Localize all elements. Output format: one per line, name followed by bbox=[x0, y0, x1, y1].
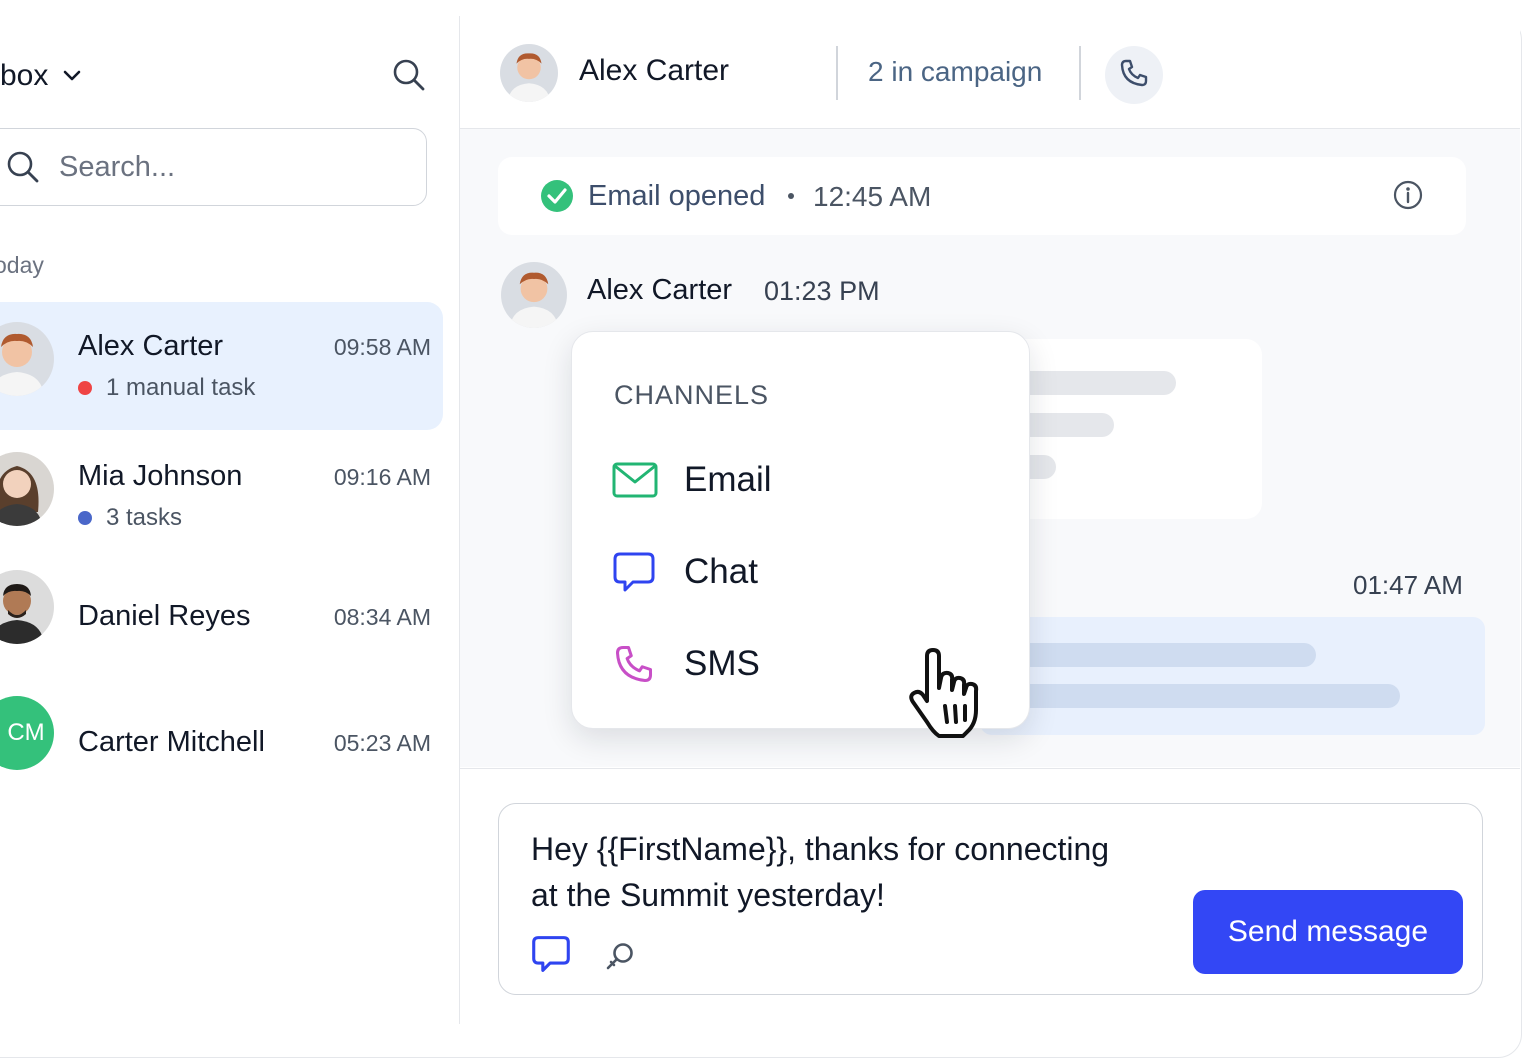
contact-name: Carter Mitchell bbox=[78, 726, 265, 758]
call-button[interactable] bbox=[1105, 46, 1163, 104]
conversation-item-mia-johnson[interactable]: Mia Johnson 09:16 AM 3 tasks bbox=[0, 430, 443, 558]
message-text-line: at the Summit yesterday! bbox=[531, 877, 885, 913]
conversation-sidebar: box oday Alex Carter 09:58 AM 1 manual t… bbox=[0, 16, 460, 1024]
message-time: 01:23 PM bbox=[764, 276, 880, 306]
task-label: 1 manual task bbox=[106, 374, 256, 401]
search-input[interactable] bbox=[57, 149, 401, 185]
avatar bbox=[0, 452, 54, 526]
message-composer[interactable]: Hey {{FirstName}}, thanks for connecting… bbox=[498, 803, 1483, 995]
menu-item-label: Chat bbox=[684, 552, 758, 591]
event-card: Email opened 12:45 AM bbox=[498, 157, 1466, 235]
task-label: 3 tasks bbox=[106, 504, 183, 531]
attachment-icon[interactable] bbox=[603, 940, 637, 979]
conversation-time: 09:16 AM bbox=[333, 464, 431, 490]
chat-icon[interactable] bbox=[531, 934, 571, 979]
conversation-item-carter-mitchell[interactable]: CM Carter Mitchell 05:23 AM bbox=[0, 684, 443, 812]
chat-icon bbox=[612, 550, 660, 594]
info-icon[interactable] bbox=[1392, 179, 1424, 216]
contact-name: Mia Johnson bbox=[78, 460, 243, 492]
mail-icon bbox=[612, 461, 660, 499]
inbox-label: box bbox=[0, 59, 49, 92]
search-field[interactable] bbox=[0, 128, 427, 206]
event-label: Email opened bbox=[588, 180, 766, 212]
event-time: 12:45 AM bbox=[813, 181, 932, 212]
outgoing-message-bubble bbox=[980, 617, 1485, 735]
conversation-item-alex-carter[interactable]: Alex Carter 09:58 AM 1 manual task bbox=[0, 302, 443, 430]
avatar bbox=[500, 44, 558, 102]
campaign-count[interactable]: 2 in campaign bbox=[868, 56, 1042, 88]
search-icon bbox=[5, 149, 41, 185]
outgoing-message-time: 01:47 AM bbox=[1353, 570, 1463, 600]
conversation-time: 08:34 AM bbox=[333, 604, 431, 630]
avatar bbox=[0, 322, 54, 396]
status-dot bbox=[78, 511, 92, 525]
avatar bbox=[501, 262, 567, 328]
menu-item-chat[interactable]: Chat bbox=[612, 540, 992, 604]
message-sender: Alex Carter bbox=[587, 274, 733, 306]
inbox-selector[interactable]: box bbox=[0, 56, 82, 96]
composer-area: Hey {{FirstName}}, thanks for connecting… bbox=[460, 768, 1520, 1025]
contact-name: Daniel Reyes bbox=[78, 600, 251, 632]
search-button[interactable] bbox=[388, 56, 430, 98]
check-circle-icon bbox=[540, 179, 574, 218]
task-status: 1 manual task bbox=[78, 374, 255, 402]
divider bbox=[836, 46, 838, 100]
text-placeholder bbox=[980, 643, 1316, 667]
message-input[interactable]: Hey {{FirstName}}, thanks for connecting… bbox=[531, 826, 1171, 918]
section-label-today: oday bbox=[0, 252, 44, 278]
menu-item-label: SMS bbox=[684, 644, 760, 683]
conversation-header: Alex Carter 2 in campaign bbox=[460, 16, 1520, 129]
divider bbox=[1079, 46, 1081, 100]
phone-icon bbox=[612, 642, 660, 686]
message-text-line: Hey {{FirstName}}, thanks for connecting bbox=[531, 831, 1110, 867]
menu-item-email[interactable]: Email bbox=[612, 448, 992, 512]
menu-title: CHANNELS bbox=[614, 380, 770, 410]
menu-item-label: Email bbox=[684, 460, 772, 499]
chevron-down-icon bbox=[62, 69, 82, 83]
contact-name: Alex Carter bbox=[78, 330, 224, 362]
separator-dot bbox=[788, 193, 794, 199]
avatar-initials: CM bbox=[7, 719, 45, 746]
conversation-time: 09:58 AM bbox=[333, 334, 431, 360]
text-placeholder bbox=[980, 684, 1400, 708]
task-status: 3 tasks bbox=[78, 504, 182, 532]
avatar bbox=[0, 570, 54, 644]
search-icon bbox=[391, 57, 427, 98]
send-message-button[interactable]: Send message bbox=[1193, 890, 1463, 974]
contact-name[interactable]: Alex Carter bbox=[579, 54, 729, 88]
hand-pointer-cursor-icon bbox=[905, 648, 991, 745]
status-dot bbox=[78, 381, 92, 395]
conversation-item-daniel-reyes[interactable]: Daniel Reyes 08:34 AM bbox=[0, 558, 443, 686]
avatar: CM bbox=[0, 696, 54, 770]
phone-icon bbox=[1118, 57, 1150, 94]
conversation-time: 05:23 AM bbox=[333, 730, 431, 756]
